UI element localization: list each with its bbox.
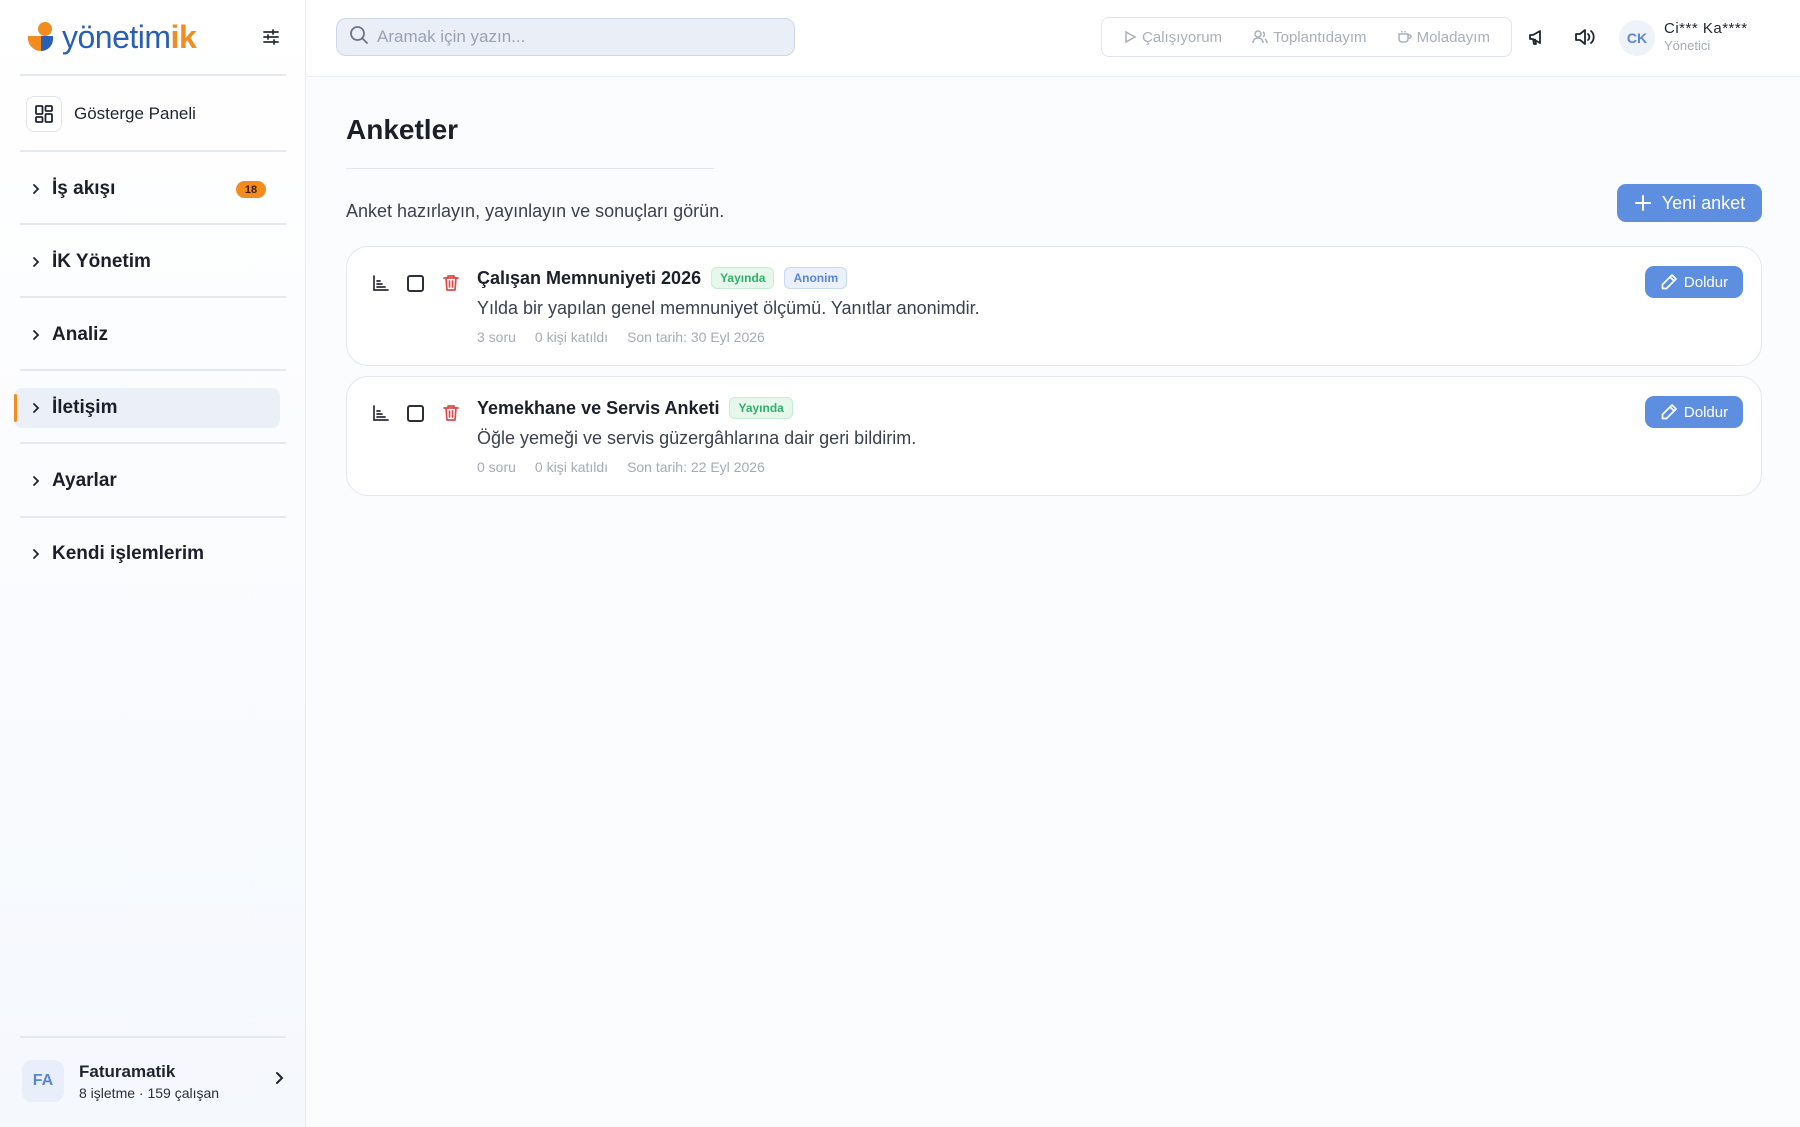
title-divider bbox=[346, 168, 714, 169]
org-name: Faturamatik bbox=[79, 1061, 176, 1081]
anonymous-badge: Anonim bbox=[784, 267, 848, 289]
page-subtitle: Anket hazırlayın, yayınlayın ve sonuçlar… bbox=[346, 201, 725, 221]
plus-icon bbox=[1634, 195, 1651, 211]
status-working-button[interactable]: Çalışıyorum bbox=[1123, 29, 1222, 46]
sidebar-divider bbox=[20, 74, 286, 76]
survey-body: Yemekhane ve Servis Anketi Yayında Öğle … bbox=[477, 397, 916, 475]
sidebar-item-communication[interactable]: İletişim bbox=[14, 388, 280, 428]
survey-description: Yılda bir yapılan genel memnuniyet ölçüm… bbox=[477, 298, 980, 318]
sidebar-divider bbox=[20, 150, 286, 152]
sidebar-item-my-operations[interactable]: Kendi işlemlerim bbox=[14, 534, 280, 574]
play-icon bbox=[1125, 30, 1137, 44]
deadline: Son tarih: 30 Eyl 2026 bbox=[627, 329, 765, 345]
new-survey-button[interactable]: Yeni anket bbox=[1617, 184, 1762, 222]
sidebar-divider bbox=[20, 1036, 286, 1038]
sidebar-item-label: Ayarlar bbox=[52, 470, 117, 491]
trash-icon[interactable] bbox=[441, 273, 461, 293]
users-icon bbox=[1252, 30, 1268, 44]
topbar: Çalışıyorum Toplantıdayım Moladayım CK C… bbox=[307, 0, 1800, 77]
chevron-right-icon bbox=[32, 548, 42, 560]
survey-select-checkbox[interactable] bbox=[407, 404, 424, 422]
user-name: Ci*** Ka**** bbox=[1664, 20, 1748, 37]
chevron-right-icon bbox=[32, 329, 42, 341]
chevron-right-icon bbox=[32, 256, 42, 268]
sidebar-item-analysis[interactable]: Analiz bbox=[14, 315, 280, 355]
status-badge: Yayında bbox=[711, 267, 775, 289]
volume-icon[interactable] bbox=[1571, 24, 1597, 50]
survey-title[interactable]: Yemekhane ve Servis Anketi bbox=[477, 398, 719, 419]
status-label: Moladayım bbox=[1416, 28, 1490, 46]
sidebar-item-dashboard[interactable]: Gösterge Paneli bbox=[26, 94, 286, 134]
logo-mark-icon bbox=[24, 20, 58, 54]
sidebar-divider bbox=[20, 369, 286, 371]
search-box[interactable] bbox=[336, 18, 795, 56]
org-subtitle: 8 işletme · 159 çalışan bbox=[79, 1084, 220, 1101]
survey-actions bbox=[371, 403, 475, 423]
chevron-right-icon bbox=[32, 183, 42, 195]
participant-count: 0 kişi katıldı bbox=[534, 459, 609, 475]
status-break-button[interactable]: Moladayım bbox=[1397, 29, 1490, 46]
search-icon bbox=[349, 25, 369, 50]
sidebar-divider bbox=[20, 516, 286, 518]
survey-card: Yemekhane ve Servis Anketi Yayında Öğle … bbox=[346, 376, 1762, 496]
sidebar-item-hr-management[interactable]: İK Yönetim bbox=[14, 242, 280, 282]
sidebar-item-label: Kendi işlemlerim bbox=[52, 543, 205, 564]
dashboard-icon bbox=[26, 96, 62, 132]
organization-switcher[interactable]: FA Faturamatik 8 işletme · 159 çalışan bbox=[22, 1058, 284, 1104]
pencil-icon bbox=[1661, 274, 1677, 290]
status-badge: Yayında bbox=[729, 397, 793, 419]
results-chart-icon[interactable] bbox=[371, 403, 391, 423]
sidebar-item-label: Gösterge Paneli bbox=[74, 104, 196, 123]
org-avatar: FA bbox=[22, 1060, 64, 1102]
sidebar-item-label: Analiz bbox=[52, 324, 108, 345]
deadline: Son tarih: 22 Eyl 2026 bbox=[627, 459, 765, 475]
status-label: Toplantıdayım bbox=[1273, 28, 1367, 46]
results-chart-icon[interactable] bbox=[371, 273, 391, 293]
count-badge: 18 bbox=[236, 181, 266, 198]
chevron-right-icon bbox=[275, 1071, 284, 1090]
logo-text: yönetimik bbox=[62, 18, 197, 55]
sidebar-item-workflow[interactable]: İş akışı 18 bbox=[14, 169, 280, 209]
chevron-right-icon bbox=[32, 475, 42, 487]
sidebar-settings-icon[interactable] bbox=[258, 24, 284, 50]
page-title: Anketler bbox=[346, 114, 459, 145]
survey-meta: 3 soru 0 kişi katıldı Son tarih: 30 Eyl … bbox=[477, 329, 980, 345]
user-role: Yönetici bbox=[1664, 38, 1711, 53]
survey-description: Öğle yemeği ve servis güzergâhlarına dai… bbox=[477, 428, 917, 448]
search-input[interactable] bbox=[377, 27, 777, 47]
participant-count: 0 kişi katıldı bbox=[534, 329, 609, 345]
survey-meta: 0 soru 0 kişi katıldı Son tarih: 22 Eyl … bbox=[477, 459, 916, 475]
sidebar-item-label: İK Yönetim bbox=[52, 251, 151, 272]
megaphone-icon[interactable] bbox=[1524, 24, 1550, 50]
status-label: Çalışıyorum bbox=[1142, 28, 1223, 46]
new-survey-label: Yeni anket bbox=[1661, 192, 1746, 213]
sidebar-divider bbox=[20, 296, 286, 298]
status-meeting-button[interactable]: Toplantıdayım bbox=[1252, 28, 1367, 46]
sidebar-divider bbox=[20, 223, 286, 225]
chevron-right-icon bbox=[32, 402, 42, 414]
survey-card: Çalışan Memnuniyeti 2026 Yayında Anonim … bbox=[346, 246, 1762, 366]
survey-actions bbox=[371, 273, 475, 293]
sidebar-divider bbox=[20, 442, 286, 444]
survey-select-checkbox[interactable] bbox=[407, 274, 424, 292]
status-selector: Çalışıyorum Toplantıdayım Moladayım bbox=[1101, 17, 1512, 57]
sidebar-item-label: İş akışı bbox=[52, 178, 116, 199]
sidebar-item-settings[interactable]: Ayarlar bbox=[14, 461, 280, 501]
question-count: 3 soru bbox=[477, 329, 516, 345]
fill-survey-button[interactable]: Doldur bbox=[1645, 396, 1743, 428]
sidebar: yönetimik Gösterge Paneli İş akışı 18 İK… bbox=[0, 0, 306, 1127]
pencil-icon bbox=[1661, 404, 1677, 420]
fill-survey-button[interactable]: Doldur bbox=[1645, 266, 1743, 298]
sidebar-item-label: İletişim bbox=[52, 397, 118, 418]
fill-label: Doldur bbox=[1683, 403, 1729, 421]
user-avatar[interactable]: CK bbox=[1619, 20, 1655, 56]
survey-body: Çalışan Memnuniyeti 2026 Yayında Anonim … bbox=[477, 267, 980, 345]
logo[interactable]: yönetimik bbox=[24, 18, 284, 56]
fill-label: Doldur bbox=[1683, 273, 1729, 291]
question-count: 0 soru bbox=[477, 459, 516, 475]
survey-title[interactable]: Çalışan Memnuniyeti 2026 bbox=[477, 268, 701, 289]
trash-icon[interactable] bbox=[441, 403, 461, 423]
coffee-icon bbox=[1397, 31, 1412, 43]
